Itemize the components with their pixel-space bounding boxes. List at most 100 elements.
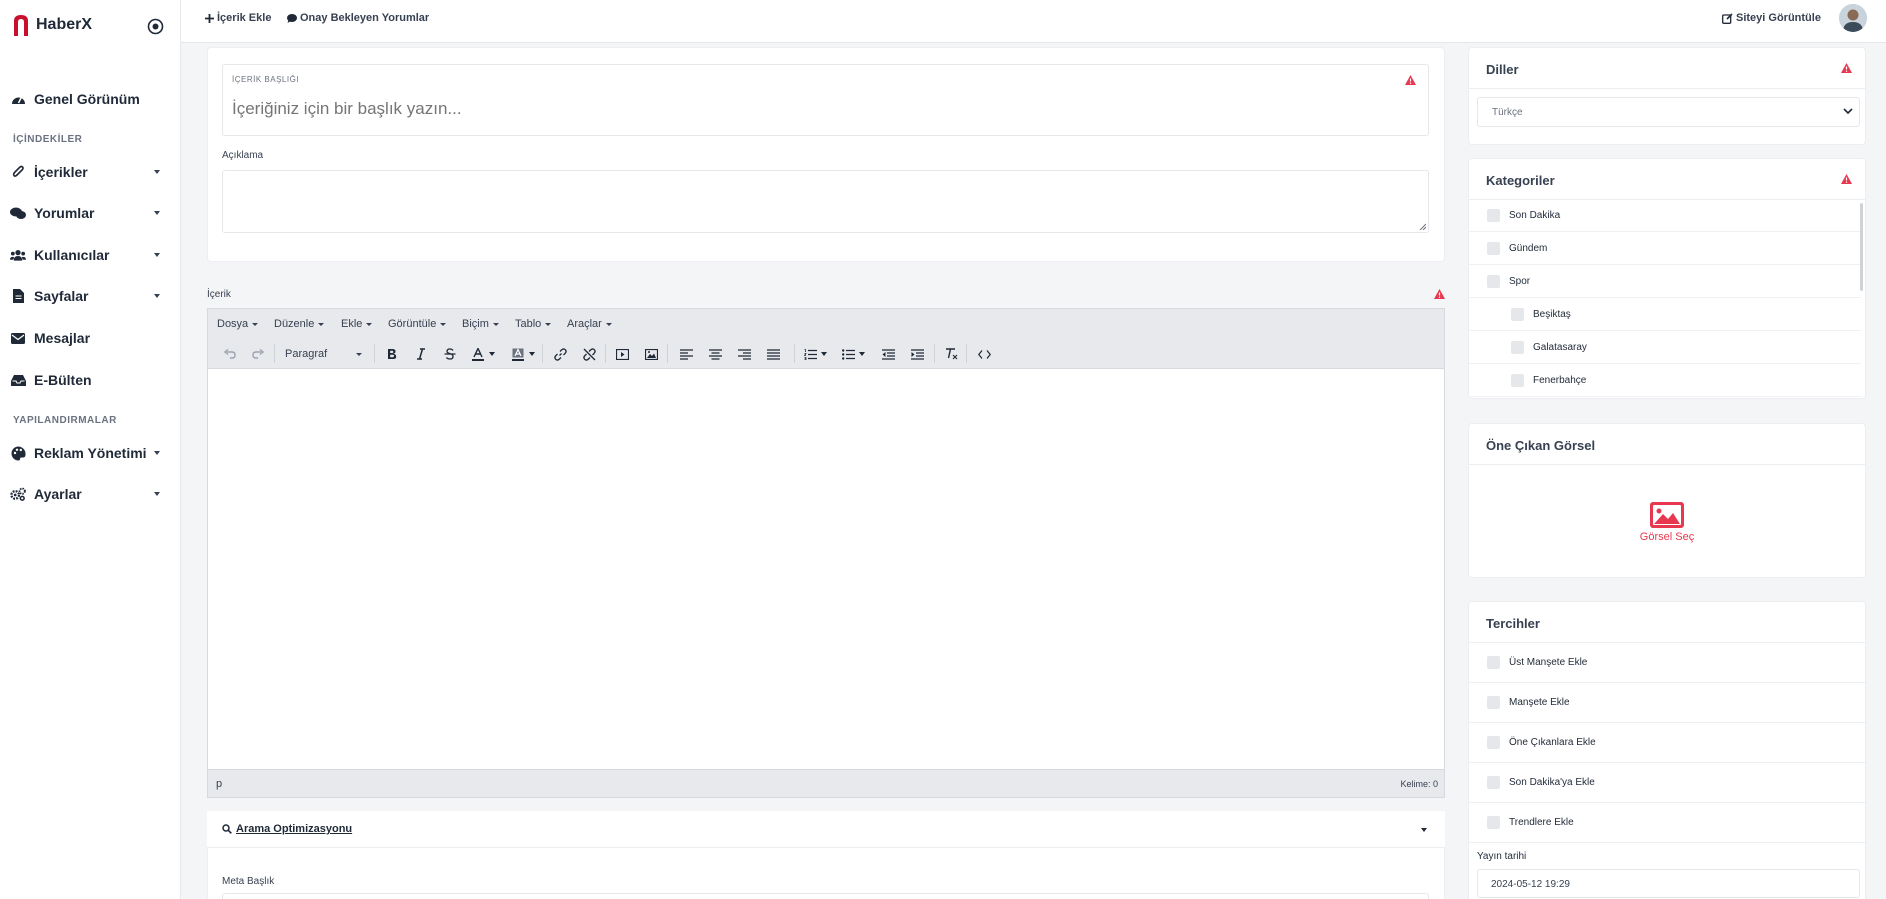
- text-color-icon[interactable]: [469, 345, 487, 363]
- sidebar-item-label: Genel Görünüm: [34, 91, 140, 107]
- preference-row[interactable]: Son Dakika'ya Ekle: [1469, 763, 1867, 803]
- clear-format-icon[interactable]: [942, 345, 960, 363]
- category-row[interactable]: Spor: [1469, 265, 1861, 298]
- source-code-icon[interactable]: [975, 345, 993, 363]
- menu-format[interactable]: Biçim: [462, 318, 499, 330]
- language-select[interactable]: Türkçe: [1477, 97, 1860, 127]
- media-icon[interactable]: [613, 345, 631, 363]
- sidebar-item-ads[interactable]: Reklam Yönetimi: [10, 440, 160, 466]
- checkbox[interactable]: [1487, 241, 1500, 255]
- publish-date-input[interactable]: 2024-05-12 19:29: [1477, 869, 1860, 898]
- editor-body[interactable]: [208, 370, 1444, 770]
- sidebar-item-comments[interactable]: Yorumlar: [10, 200, 160, 226]
- link-icon[interactable]: [551, 345, 569, 363]
- word-count: Kelime: 0: [1400, 779, 1438, 789]
- align-right-icon[interactable]: [735, 345, 753, 363]
- checkbox[interactable]: [1511, 373, 1524, 387]
- chevron-down-icon: [356, 352, 362, 356]
- numbered-list-icon[interactable]: [801, 345, 819, 363]
- bullet-list-icon[interactable]: [839, 345, 857, 363]
- preference-row[interactable]: Üst Manşete Ekle: [1469, 643, 1867, 683]
- checkbox[interactable]: [1487, 656, 1500, 669]
- chevron-down-icon: [154, 451, 160, 455]
- image-icon[interactable]: [642, 345, 660, 363]
- redo-icon[interactable]: [249, 345, 267, 363]
- category-row[interactable]: Gündem: [1469, 232, 1861, 265]
- seo-header[interactable]: Arama Optimizasyonu: [207, 811, 1445, 848]
- sidebar-item-label: Ayarlar: [34, 486, 82, 502]
- title-input[interactable]: [232, 99, 1132, 119]
- choose-image-button[interactable]: Görsel Seç: [1469, 465, 1865, 579]
- content-label: İçerik: [207, 289, 231, 300]
- checkbox[interactable]: [1511, 307, 1524, 321]
- sidebar-item-messages[interactable]: Mesajlar: [10, 325, 160, 351]
- preference-label: Manşete Ekle: [1509, 697, 1570, 708]
- sidebar-item-users[interactable]: Kullanıcılar: [10, 242, 160, 268]
- preference-row[interactable]: Öne Çıkanlara Ekle: [1469, 723, 1867, 763]
- checkbox[interactable]: [1487, 776, 1500, 789]
- brand-name: HaberX: [36, 16, 93, 33]
- indent-icon[interactable]: [908, 345, 926, 363]
- preference-row[interactable]: Manşete Ekle: [1469, 683, 1867, 723]
- chevron-down-icon: [492, 322, 499, 326]
- element-path[interactable]: p: [216, 778, 222, 790]
- avatar[interactable]: [1839, 4, 1867, 32]
- bullet-list-chevron-icon[interactable]: [858, 345, 866, 363]
- chevron-down-icon: [154, 211, 160, 215]
- menu-tools[interactable]: Araçlar: [567, 318, 612, 330]
- checkbox[interactable]: [1487, 816, 1500, 829]
- checkbox[interactable]: [1511, 340, 1524, 354]
- sidebar-item-overview[interactable]: Genel Görünüm: [10, 86, 160, 112]
- sidebar-item-contents[interactable]: İçerikler: [10, 159, 160, 185]
- text-color-chevron-icon[interactable]: [488, 345, 496, 363]
- menu-edit[interactable]: Düzenle: [274, 318, 325, 330]
- meta-title-input[interactable]: [222, 893, 1429, 899]
- background-color-icon[interactable]: [509, 345, 527, 363]
- resize-handle-icon[interactable]: [1419, 223, 1426, 230]
- numbered-list-chevron-icon[interactable]: [820, 345, 828, 363]
- category-row[interactable]: Beşiktaş: [1469, 298, 1861, 331]
- strikethrough-icon[interactable]: [441, 345, 459, 363]
- checkbox[interactable]: [1487, 736, 1500, 749]
- title-field[interactable]: İÇERİK BAŞLIĞI: [222, 64, 1429, 136]
- align-left-icon[interactable]: [677, 345, 695, 363]
- seo-toggle[interactable]: Arama Optimizasyonu: [222, 823, 352, 835]
- checkbox[interactable]: [1487, 274, 1500, 288]
- align-center-icon[interactable]: [706, 345, 724, 363]
- pending-comments-link[interactable]: Onay Bekleyen Yorumlar: [287, 12, 429, 24]
- menu-file[interactable]: Dosya: [217, 318, 259, 330]
- checkbox[interactable]: [1487, 208, 1500, 222]
- undo-icon[interactable]: [221, 345, 239, 363]
- description-textarea[interactable]: [222, 170, 1429, 233]
- category-row[interactable]: Son Dakika: [1469, 199, 1861, 232]
- category-row[interactable]: Fenerbahçe: [1469, 364, 1861, 397]
- languages-title: Diller: [1486, 62, 1519, 77]
- categories-scrollbar[interactable]: [1860, 203, 1863, 291]
- language-value: Türkçe: [1492, 107, 1523, 118]
- sidebar-item-settings[interactable]: Ayarlar: [10, 481, 160, 507]
- category-row[interactable]: Galatasaray: [1469, 331, 1861, 364]
- format-select[interactable]: Paragraf: [277, 346, 370, 362]
- sidebar-item-pages[interactable]: Sayfalar: [10, 283, 160, 309]
- checkbox[interactable]: [1487, 696, 1500, 709]
- featured-image-title: Öne Çıkan Görsel: [1486, 438, 1596, 453]
- outdent-icon[interactable]: [879, 345, 897, 363]
- category-label: Gündem: [1509, 242, 1548, 254]
- menu-table[interactable]: Tablo: [515, 318, 552, 330]
- brand[interactable]: HaberX: [12, 14, 92, 36]
- sidebar-item-newsletter[interactable]: E-Bülten: [10, 367, 160, 393]
- add-content-link[interactable]: İçerik Ekle: [205, 12, 271, 24]
- background-color-chevron-icon[interactable]: [528, 345, 536, 363]
- preference-row[interactable]: Trendlere Ekle: [1469, 803, 1867, 843]
- collapse-sidebar-icon[interactable]: [147, 18, 164, 35]
- italic-icon[interactable]: [412, 345, 430, 363]
- menu-insert[interactable]: Ekle: [341, 318, 373, 330]
- align-justify-icon[interactable]: [764, 345, 782, 363]
- bold-icon[interactable]: [383, 345, 401, 363]
- unlink-icon[interactable]: [580, 345, 598, 363]
- menu-label: Düzenle: [274, 318, 315, 330]
- view-site-link[interactable]: Siteyi Görüntüle: [1722, 12, 1821, 24]
- menu-view[interactable]: Görüntüle: [388, 318, 447, 330]
- gears-icon: [10, 486, 26, 502]
- category-label: Son Dakika: [1509, 209, 1561, 221]
